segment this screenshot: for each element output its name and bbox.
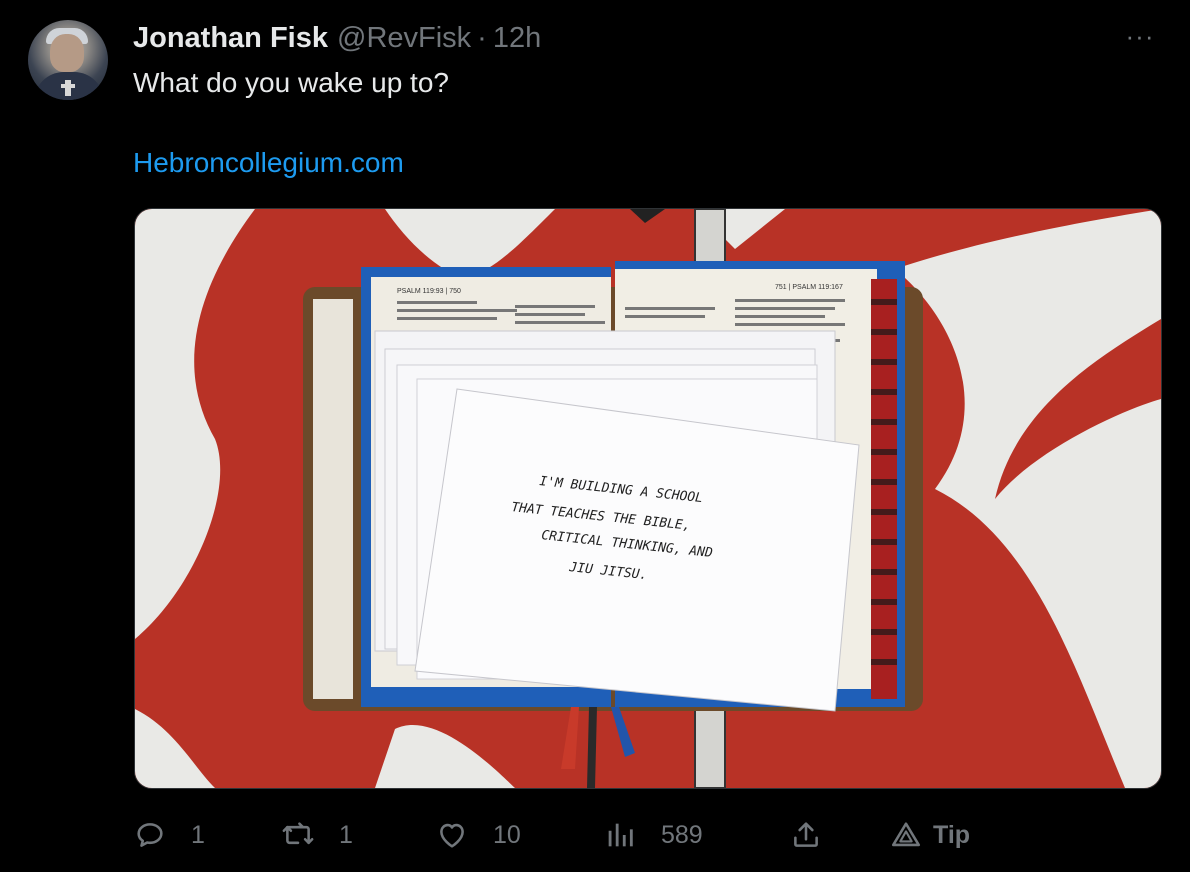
views-button[interactable]: 589 (603, 812, 703, 858)
tweet-timestamp[interactable]: 12h (493, 22, 541, 55)
tip-label: Tip (933, 820, 971, 849)
tweet-link[interactable]: Hebroncollegium.com (133, 147, 404, 179)
like-button[interactable]: 10 (435, 812, 521, 858)
separator-dot: · (477, 22, 487, 54)
tip-button[interactable]: Tip (889, 812, 970, 858)
avatar-face (50, 34, 84, 72)
tweet-action-bar: 1 1 10 589 Tip (133, 812, 993, 858)
repost-count: 1 (339, 820, 353, 849)
share-button[interactable] (789, 812, 823, 858)
avatar-cross-necklace (61, 80, 75, 96)
tip-triangle-icon (891, 822, 921, 847)
heart-icon (440, 823, 464, 848)
tweet-text: What do you wake up to? (133, 67, 449, 98)
svg-text:PSALM 119:93 | 750: PSALM 119:93 | 750 (397, 288, 461, 295)
reply-icon (137, 823, 163, 847)
views-count: 589 (661, 820, 703, 849)
reply-count: 1 (191, 820, 205, 849)
views-bar-chart-icon (608, 823, 633, 847)
author-avatar[interactable] (28, 20, 108, 100)
repost-button[interactable]: 1 (281, 812, 353, 858)
repost-icon (282, 822, 314, 845)
tweet-photo[interactable]: PSALM 119:93 | 750 751 | PSALM 119:167 I… (134, 208, 1162, 789)
like-count: 10 (493, 820, 521, 849)
author-handle[interactable]: @RevFisk (337, 22, 471, 55)
share-icon (794, 822, 818, 847)
svg-text:751 | PSALM 119:167: 751 | PSALM 119:167 (775, 284, 843, 291)
reply-button[interactable]: 1 (133, 812, 205, 858)
tweet-header: Jonathan Fisk @RevFisk · 12h (133, 22, 541, 58)
photo-illustration: PSALM 119:93 | 750 751 | PSALM 119:167 I… (135, 209, 1161, 788)
more-options-icon[interactable]: ··· (1124, 23, 1156, 52)
author-name[interactable]: Jonathan Fisk (133, 22, 328, 55)
